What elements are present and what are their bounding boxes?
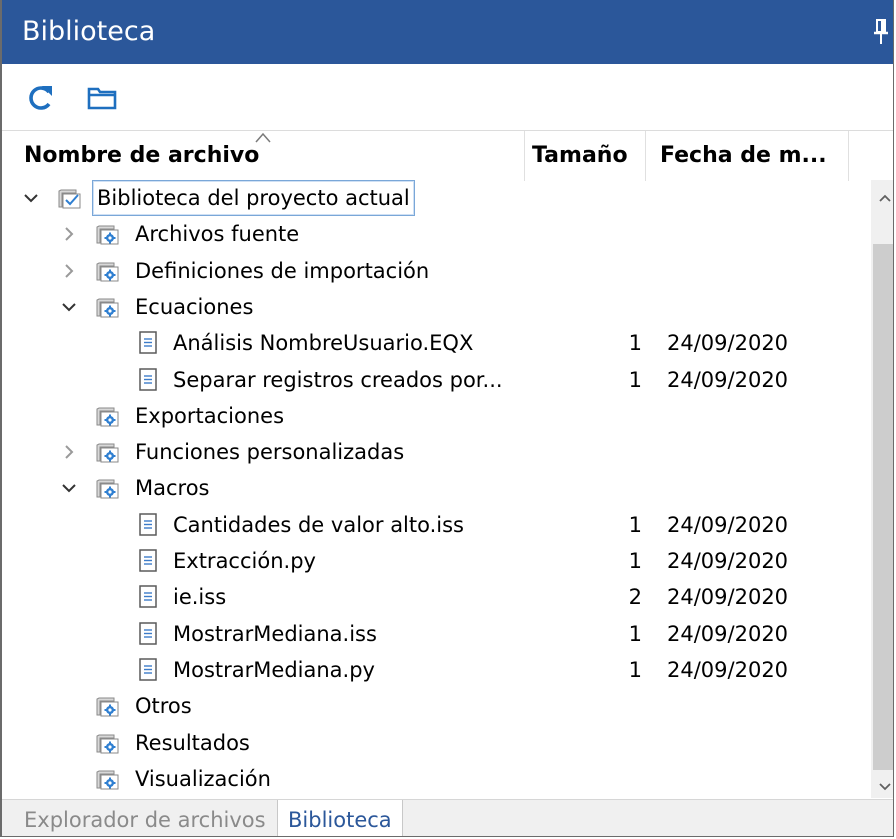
tree-file-row[interactable]: Extracción.py 1 24/09/2020 [2,543,870,579]
file-icon [139,368,157,391]
tree-folder-row[interactable]: Funciones personalizadas [2,434,870,470]
pin-icon[interactable] [872,18,890,46]
column-header-name[interactable]: Nombre de archivo [24,131,524,181]
chevron-down-icon[interactable] [60,479,78,497]
file-size: 2 [628,585,642,609]
library-panel: Biblioteca Nombre de archivo Tamaño Fech… [0,0,894,837]
tab-file-explorer[interactable]: Explorador de archivos [14,800,276,836]
panel-title-bar: Biblioteca [2,0,893,64]
file-icon [139,658,157,681]
chevron-right-icon[interactable] [60,225,78,243]
tree-folder-row[interactable]: Macros [2,470,870,506]
column-header: Nombre de archivo Tamaño Fecha de m... [2,131,850,181]
file-size: 1 [628,331,642,355]
tree-item-label: Exportaciones [135,404,285,428]
file-modified-date: 24/09/2020 [667,622,789,646]
file-modified-date: 24/09/2020 [667,658,789,682]
scroll-up-icon[interactable] [871,180,893,216]
tree-item-label: Otros [135,694,192,718]
tree-file-row[interactable]: ie.iss 2 24/09/2020 [2,579,870,615]
library-folder-icon [96,770,119,790]
library-folder-icon [96,443,119,463]
column-header-size[interactable]: Tamaño [532,131,642,181]
file-size: 1 [628,549,642,573]
file-modified-date: 24/09/2020 [667,513,789,537]
file-modified-date: 24/09/2020 [667,549,789,573]
file-size: 1 [628,622,642,646]
tab-library[interactable]: Biblioteca [277,800,403,836]
library-folder-icon [96,262,119,282]
tree-file-row[interactable]: MostrarMediana.py 1 24/09/2020 [2,652,870,688]
tree-item-label: Separar registros creados por... [173,368,503,392]
tree-item-label: MostrarMediana.iss [173,622,377,646]
library-folder-icon [96,479,119,499]
tree-item-label: Biblioteca del proyecto actual [92,180,415,216]
chevron-down-icon[interactable] [60,298,78,316]
scroll-down-icon[interactable] [871,776,893,798]
folder-icon[interactable] [84,80,120,116]
file-icon [139,549,157,572]
tree-item-label: Definiciones de importación [135,259,430,283]
tree-item-label: Análisis NombreUsuario.EQX [173,331,474,355]
scrollbar-thumb[interactable] [873,244,893,770]
tree-item-label: Macros [135,476,210,500]
tree-item-label: Archivos fuente [135,222,300,246]
file-icon [139,331,157,354]
file-icon [139,585,157,608]
tree-file-row[interactable]: MostrarMediana.iss 1 24/09/2020 [2,616,870,652]
vertical-scrollbar[interactable] [871,180,893,798]
column-header-date[interactable]: Fecha de m... [660,131,845,181]
panel-title: Biblioteca [22,16,156,47]
tree-folder-row[interactable]: Otros [2,688,870,724]
tree-file-row[interactable]: Separar registros creados por... 1 24/09/2… [2,362,870,398]
tree-folder-row[interactable]: Resultados [2,725,870,761]
library-folder-icon [96,298,119,318]
file-modified-date: 24/09/2020 [667,331,789,355]
library-tree: Biblioteca del proyecto actual Archivos f… [2,180,870,798]
tree-item-label: Visualización [135,767,271,791]
tree-folder-row[interactable]: Archivos fuente [2,216,870,252]
tree-file-row[interactable]: Análisis NombreUsuario.EQX 1 24/09/2020 [2,325,870,361]
tree-item-label: Resultados [135,731,250,755]
library-folder-icon [96,225,119,245]
panel-tabs: Explorador de archivos Biblioteca [2,799,893,836]
file-modified-date: 24/09/2020 [667,585,789,609]
column-divider[interactable] [645,131,646,181]
file-modified-date: 24/09/2020 [667,368,789,392]
tree-folder-row[interactable]: Definiciones de importación [2,253,870,289]
file-icon [139,622,157,645]
tree-folder-row[interactable]: Ecuaciones [2,289,870,325]
chevron-right-icon[interactable] [60,443,78,461]
library-folder-icon [96,407,119,427]
file-size: 1 [628,513,642,537]
refresh-icon[interactable] [22,80,58,116]
library-folder-icon [96,697,119,717]
tree-item-label: Funciones personalizadas [135,440,405,464]
library-folder-icon [96,734,119,754]
tree-item-label: Extracción.py [173,549,316,573]
library-checked-icon [58,189,81,209]
tree-item-label: ie.iss [173,585,227,609]
tree-item-label: MostrarMediana.py [173,658,375,682]
file-size: 1 [628,368,642,392]
file-size: 1 [628,658,642,682]
tree-folder-row[interactable]: Visualización [2,761,870,797]
column-divider[interactable] [848,131,849,181]
chevron-down-icon[interactable] [22,189,40,207]
file-icon [139,513,157,536]
column-divider[interactable] [524,131,525,181]
tree-item-label: Cantidades de valor alto.iss [173,513,464,537]
tree-file-row[interactable]: Cantidades de valor alto.iss 1 24/09/2020 [2,507,870,543]
toolbar [2,64,893,131]
tree-item-label: Ecuaciones [135,295,254,319]
tree-root-row[interactable]: Biblioteca del proyecto actual [2,180,870,216]
tree-folder-row[interactable]: Exportaciones [2,398,870,434]
chevron-right-icon[interactable] [60,262,78,280]
